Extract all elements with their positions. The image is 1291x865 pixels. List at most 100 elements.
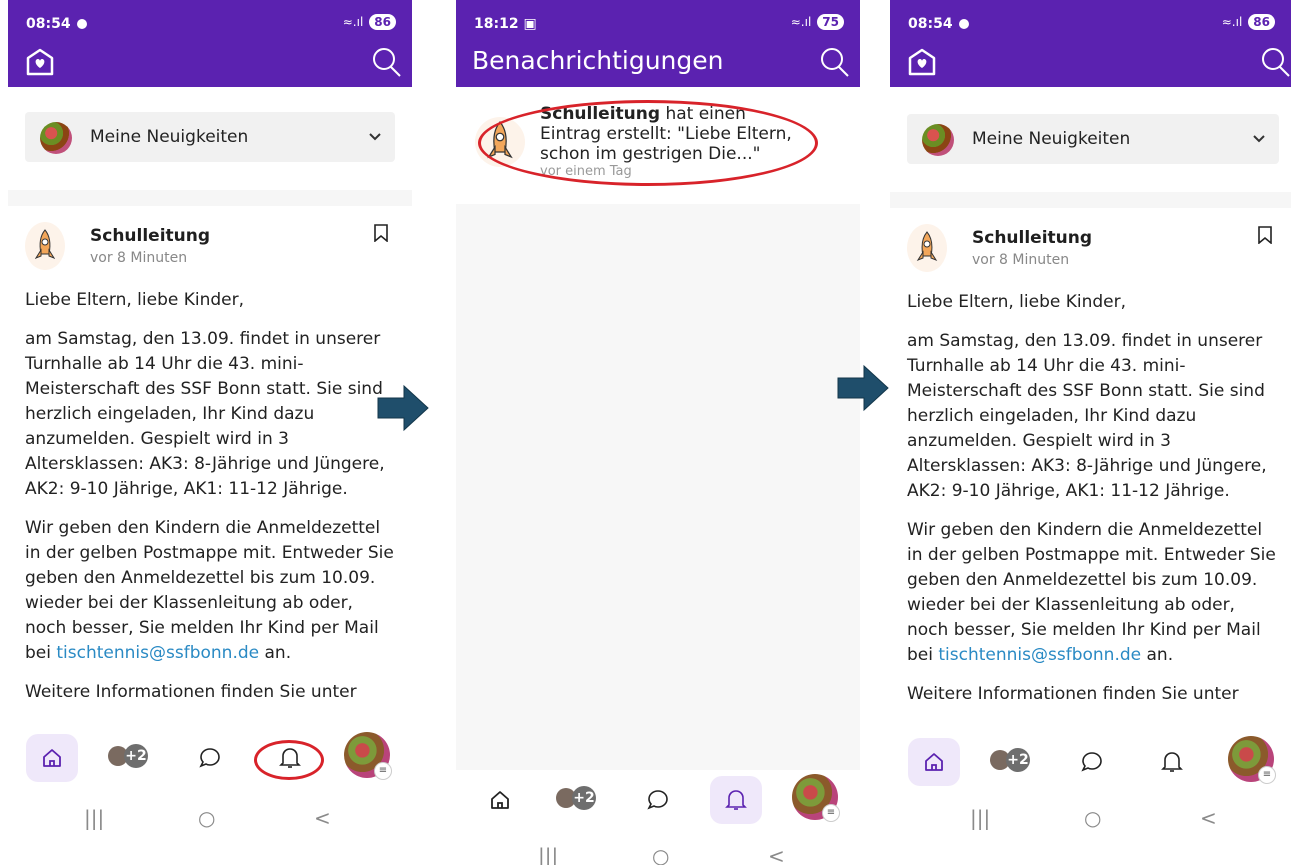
news-filter-dropdown[interactable]: Meine Neuigkeiten — [907, 114, 1279, 164]
recent-apps-icon[interactable]: ||| — [84, 806, 104, 830]
post-header: Schulleitung vor 8 Minuten — [25, 222, 395, 272]
status-time: 18:12 — [474, 16, 519, 32]
right-arrow-icon — [837, 364, 889, 412]
notification-time: vor einem Tag — [540, 164, 632, 179]
chevron-down-icon — [369, 133, 381, 141]
bell-icon — [279, 748, 301, 768]
phone-screen-notifications: 18:12 ▣ ≈.ıl 75 Benachrichtigungen Schul… — [456, 0, 860, 865]
home-system-icon[interactable]: ○ — [1084, 806, 1101, 830]
status-time: 08:54 — [26, 16, 71, 32]
home-system-icon[interactable]: ○ — [652, 844, 669, 865]
recent-apps-icon[interactable]: ||| — [538, 844, 558, 865]
chat-icon — [647, 790, 668, 810]
post-author[interactable]: Schulleitung — [972, 228, 1092, 248]
signal-icon: ≈.ıl — [1221, 15, 1243, 29]
app-header: 08:54 ≈.ıl 86 — [8, 0, 412, 87]
post-time: vor 8 Minuten — [90, 250, 188, 266]
profile-avatar[interactable]: ≡ — [344, 732, 392, 780]
back-icon[interactable]: < — [768, 844, 785, 865]
page-title: Benachrichtigungen — [472, 46, 724, 75]
post-paragraph-1: am Samstag, den 13.09. findet in unserer… — [25, 329, 385, 499]
filter-label: Meine Neuigkeiten — [90, 127, 249, 147]
nav-home[interactable] — [474, 776, 526, 824]
menu-icon: ≡ — [822, 804, 840, 822]
recent-apps-icon[interactable]: ||| — [970, 806, 990, 830]
chat-icon — [1081, 752, 1102, 772]
groups-badge: +2 — [572, 786, 596, 810]
record-dot-icon — [76, 19, 87, 29]
notifications-header: 18:12 ▣ ≈.ıl 75 Benachrichtigungen — [456, 0, 860, 87]
rocket-avatar-icon — [475, 117, 525, 167]
post-greeting: Liebe Eltern, liebe Kinder, — [25, 290, 245, 310]
home-logo-icon[interactable] — [24, 46, 56, 78]
home-logo-icon[interactable] — [906, 46, 938, 78]
menu-icon: ≡ — [1258, 766, 1276, 784]
back-icon[interactable]: < — [1200, 806, 1217, 830]
home-icon — [925, 753, 943, 771]
chevron-down-icon — [1253, 135, 1265, 143]
home-icon — [491, 791, 509, 809]
empty-area — [456, 204, 860, 770]
rocket-avatar-icon — [25, 222, 65, 270]
nav-groups[interactable]: +2 — [556, 784, 602, 812]
nav-groups[interactable]: +2 — [990, 746, 1036, 774]
email-link[interactable]: tischtennis@ssfbonn.de — [56, 643, 259, 663]
search-icon[interactable] — [372, 46, 402, 78]
profile-avatar[interactable]: ≡ — [1228, 736, 1276, 784]
status-time: 08:54 — [908, 16, 953, 32]
bookmark-icon[interactable] — [1257, 226, 1273, 244]
menu-icon: ≡ — [374, 762, 392, 780]
signal-icon: ≈.ıl — [342, 15, 364, 29]
groups-badge: +2 — [124, 744, 148, 768]
bell-icon — [725, 790, 747, 810]
post-paragraph-2: Wir geben den Kindern die Anmeldezettel … — [25, 518, 394, 663]
bell-icon — [1161, 752, 1183, 772]
status-icons: ≈.ıl 86 — [1222, 14, 1275, 30]
email-link[interactable]: tischtennis@ssfbonn.de — [938, 645, 1141, 665]
nav-groups[interactable]: +2 — [108, 742, 154, 770]
news-filter-dropdown[interactable]: Meine Neuigkeiten — [25, 112, 395, 162]
bottom-navigation: +2 ≡ — [8, 728, 412, 788]
home-system-icon[interactable]: ○ — [198, 806, 215, 830]
rocket-avatar-icon — [907, 224, 947, 272]
notification-item[interactable]: Schulleitung hat einen Eintrag erstellt:… — [474, 98, 842, 198]
right-arrow-icon — [377, 384, 429, 432]
post-body: Liebe Eltern, liebe Kinder, am Samstag, … — [25, 288, 398, 719]
phone-screen-feed-after: 08:54 ≈.ıl 86 Meine Neuigkeiten Schullei… — [890, 0, 1291, 840]
home-icon — [43, 749, 61, 767]
profile-avatar[interactable]: ≡ — [792, 774, 840, 822]
filter-avatar — [922, 124, 954, 156]
post-paragraph-2: Wir geben den Kindern die Anmeldezettel … — [907, 520, 1276, 665]
app-header: 08:54 ≈.ıl 86 — [890, 0, 1291, 87]
phone-screen-feed-before: 08:54 ≈.ıl 86 Meine Neuigkeiten Schullei… — [8, 0, 412, 840]
back-icon[interactable]: < — [314, 806, 331, 830]
notification-text: Schulleitung hat einen Eintrag erstellt:… — [540, 104, 792, 164]
system-navigation: ||| ○ < — [8, 800, 412, 840]
post-header: Schulleitung vor 8 Minuten — [907, 224, 1279, 274]
nav-notifications[interactable] — [710, 776, 762, 824]
filter-label: Meine Neuigkeiten — [972, 129, 1131, 149]
filter-avatar — [40, 122, 72, 154]
chat-icon — [199, 748, 220, 768]
system-navigation: ||| ○ < — [456, 838, 860, 865]
post-author[interactable]: Schulleitung — [90, 226, 210, 246]
nav-notifications[interactable] — [264, 734, 316, 782]
battery-badge: 75 — [817, 14, 844, 30]
bottom-navigation: +2 ≡ — [456, 770, 860, 830]
screenshot-icon: ▣ — [523, 16, 537, 32]
search-icon[interactable] — [820, 46, 850, 78]
nav-home[interactable] — [908, 738, 960, 786]
search-icon[interactable] — [1261, 46, 1291, 78]
post-body: Liebe Eltern, liebe Kinder, am Samstag, … — [907, 290, 1281, 721]
system-navigation: ||| ○ < — [890, 800, 1291, 840]
signal-icon: ≈.ıl — [790, 15, 812, 29]
bookmark-icon[interactable] — [373, 224, 389, 242]
nav-chat[interactable] — [632, 776, 684, 824]
post-paragraph-3: Weitere Informationen finden Sie unter — [907, 684, 1239, 704]
nav-chat[interactable] — [184, 734, 236, 782]
battery-badge: 86 — [369, 14, 396, 30]
nav-chat[interactable] — [1066, 738, 1118, 786]
nav-home[interactable] — [26, 734, 78, 782]
groups-badge: +2 — [1006, 748, 1030, 772]
nav-notifications[interactable] — [1146, 738, 1198, 786]
